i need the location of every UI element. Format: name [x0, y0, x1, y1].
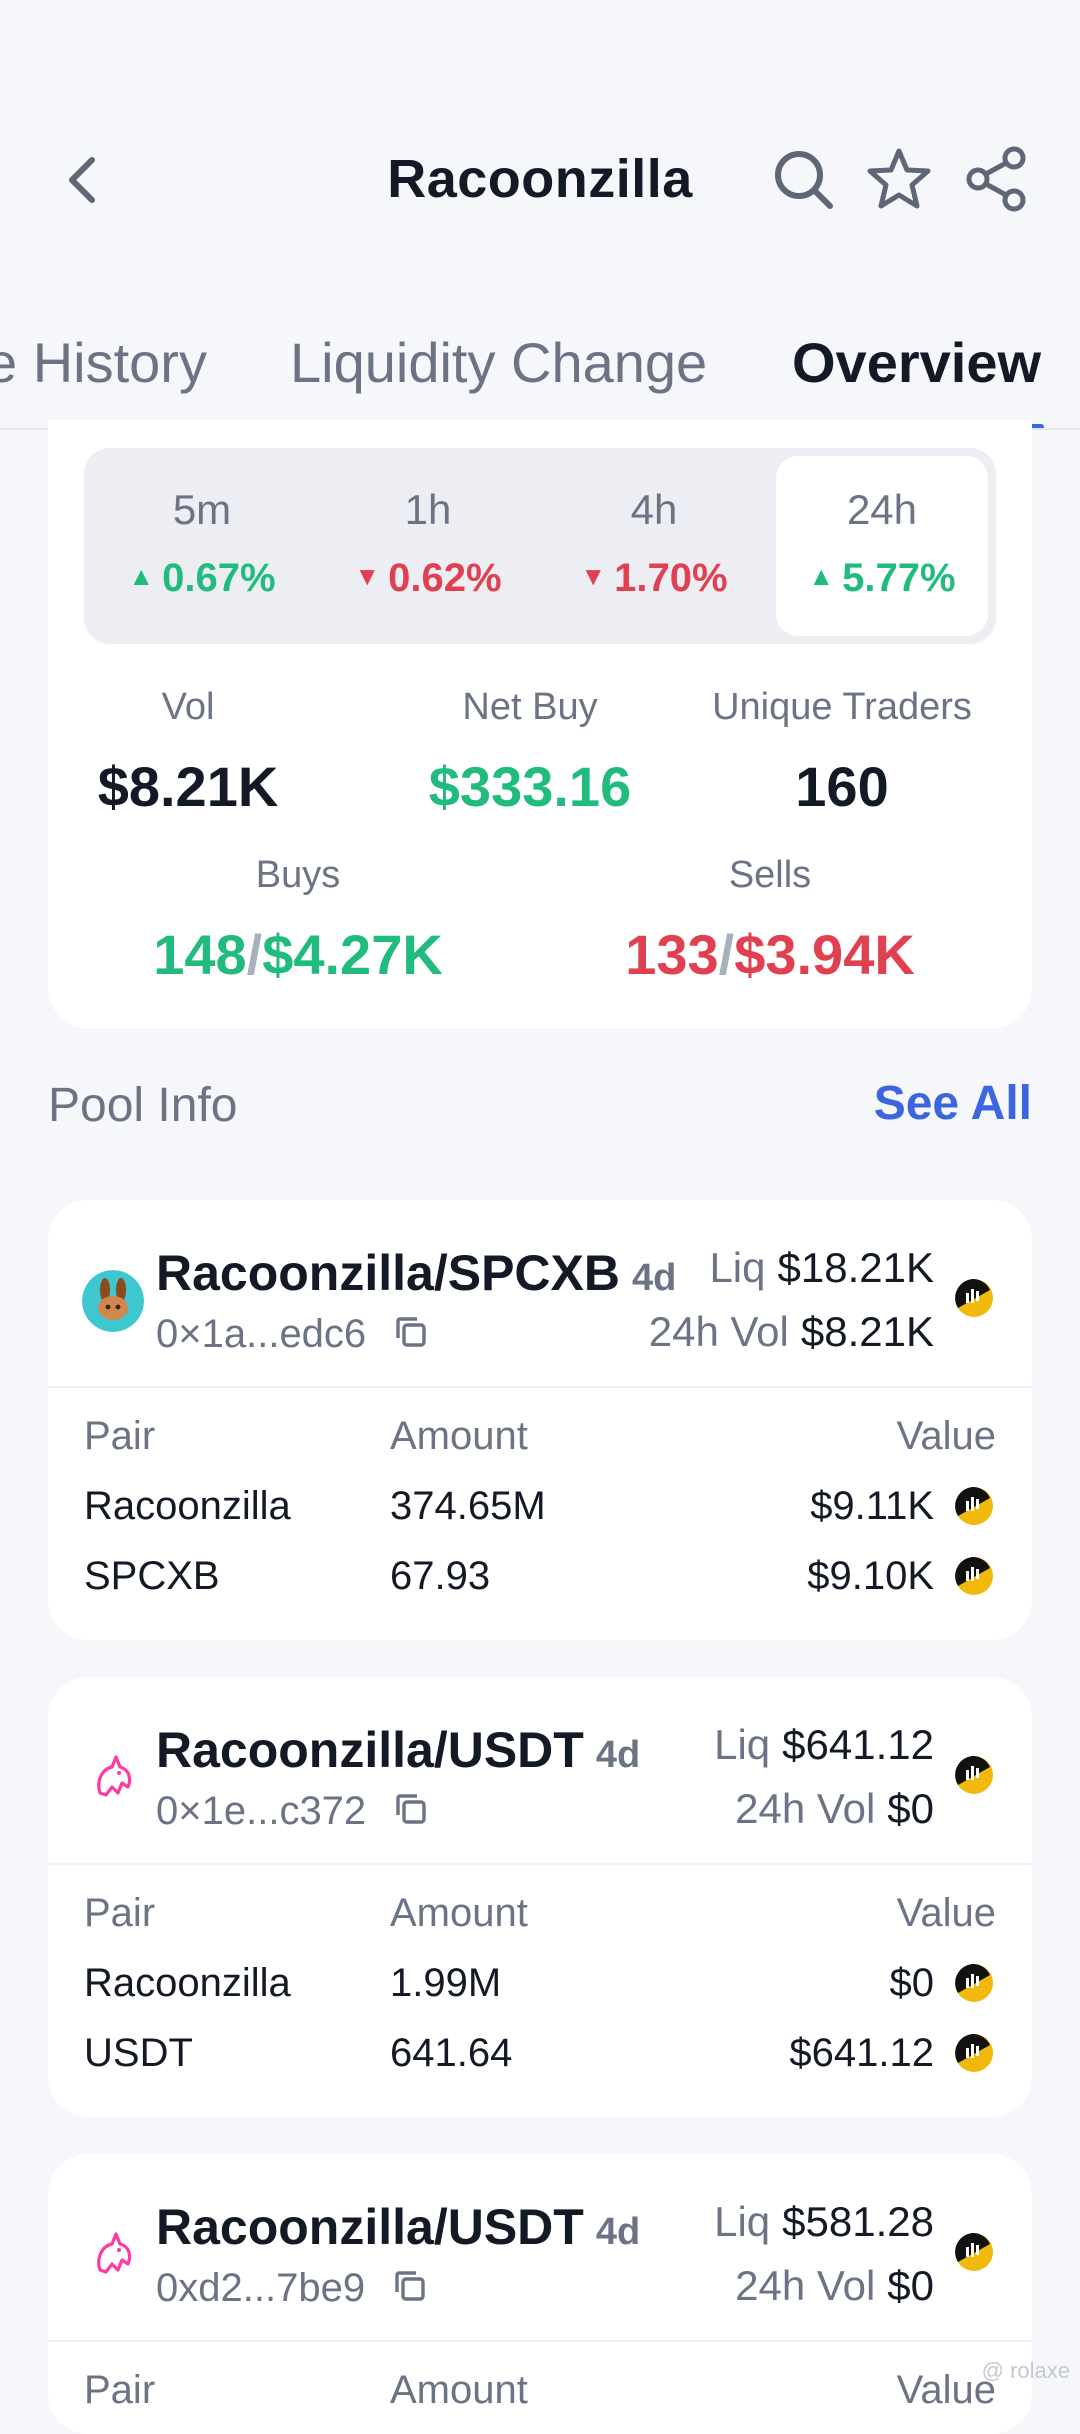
tab-liquidity-change[interactable]: Liquidity Change: [290, 330, 707, 395]
tab-trade-history[interactable]: e History: [0, 330, 207, 395]
buys-label: Buys: [255, 854, 341, 896]
uniswap-unicorn-icon: [97, 1755, 132, 1797]
pool-info-title: Pool Info: [48, 1079, 238, 1132]
pair-name: USDT: [84, 2031, 193, 2075]
watermark: @ rolaxe: [981, 2358, 1070, 2383]
pair-value: $9.11K: [810, 1484, 934, 1528]
pool-24h-volume: 24h Vol $0: [735, 2262, 934, 2309]
pair-value: $0: [889, 1961, 935, 2005]
triangle-up-icon: ▲: [808, 561, 835, 591]
tab-overview[interactable]: Overview: [792, 330, 1041, 395]
chain-icon: [955, 1487, 993, 1525]
pool-card[interactable]: Racoonzilla/SPCXB 4d 0×1a...edc6 Liq $18.2…: [48, 1200, 1032, 1640]
pool-name: Racoonzilla/USDT 4d: [156, 2199, 641, 2255]
pair-name: Racoonzilla: [84, 1484, 291, 1528]
top-bar: Racoonzilla: [0, 0, 1080, 260]
search-icon[interactable]: [770, 146, 836, 212]
triangle-down-icon: ▼: [354, 561, 381, 591]
pair-name: Racoonzilla: [84, 1961, 291, 2005]
pair-amount: 1.99M: [390, 1961, 502, 2005]
sells-value: 133/$3.94K: [625, 923, 915, 986]
chain-icon: [955, 1756, 993, 1794]
uniswap-unicorn-icon: [97, 2232, 132, 2274]
pool-card[interactable]: Racoonzilla/USDT 4d 0xd2...7be9 Liq $581.2…: [48, 2154, 1032, 2434]
value-header: Value: [896, 1414, 996, 1458]
value-header: Value: [896, 1891, 996, 1935]
see-all-link[interactable]: See All: [874, 1076, 1032, 1131]
pool-liquidity: Liq $581.28: [714, 2198, 934, 2245]
pool-name: Racoonzilla/SPCXB 4d: [156, 1245, 677, 1301]
amount-header: Amount: [390, 1891, 528, 1935]
unique-traders-label: Unique Traders: [712, 686, 972, 728]
buys-value: 148/$4.27K: [153, 923, 443, 986]
pool-24h-volume: 24h Vol $8.21K: [648, 1308, 934, 1355]
unique-traders-value: 160: [795, 755, 889, 818]
pool-card[interactable]: Racoonzilla/USDT 4d 0×1e...c372 Liq $641.1…: [48, 1677, 1032, 2117]
pool-liquidity: Liq $641.12: [714, 1721, 934, 1768]
pool-address: 0xd2...7be9: [156, 2266, 428, 2311]
triangle-up-icon: ▲: [128, 561, 155, 591]
pair-value: $9.10K: [807, 1554, 934, 1598]
period-selector: 5m ▲ 0.67% 1h ▼ 0.62% 4h ▼ 1.70% 24h ▲ 5.77%: [84, 448, 996, 644]
pancakeswap-bunny-icon: [82, 1270, 144, 1332]
pair-header: Pair: [84, 1414, 156, 1458]
vol-label: Vol: [161, 686, 215, 728]
net-buy-value: $333.16: [428, 755, 632, 818]
triangle-down-icon: ▼: [580, 561, 607, 591]
pair-amount: 641.64: [390, 2031, 513, 2075]
chain-icon: [955, 1279, 993, 1317]
chain-icon: [955, 2034, 993, 2072]
pair-name: SPCXB: [84, 1554, 220, 1598]
pair-header: Pair: [84, 2368, 156, 2412]
sells-label: Sells: [728, 854, 812, 896]
amount-header: Amount: [390, 2368, 528, 2412]
star-icon[interactable]: [866, 146, 932, 212]
period-4h[interactable]: 4h ▼ 1.70%: [548, 456, 760, 636]
pair-value: $641.12: [789, 2031, 934, 2075]
chain-icon: [955, 2233, 993, 2271]
copy-icon[interactable]: [393, 1791, 429, 1827]
amount-header: Amount: [390, 1414, 528, 1458]
period-5m[interactable]: 5m ▲ 0.67%: [96, 456, 308, 636]
net-buy-label: Net Buy: [462, 686, 598, 728]
chain-icon: [955, 1557, 993, 1595]
copy-icon[interactable]: [392, 2268, 428, 2304]
pool-name: Racoonzilla/USDT 4d: [156, 1722, 641, 1778]
stats-card: 5m ▲ 0.67% 1h ▼ 0.62% 4h ▼ 1.70% 24h ▲ 5.77%…: [48, 420, 1032, 1028]
pair-amount: 374.65M: [390, 1484, 546, 1528]
tab-bar: e History Liquidity Change Overview: [0, 300, 1080, 430]
period-1h[interactable]: 1h ▼ 0.62%: [322, 456, 534, 636]
share-icon[interactable]: [964, 146, 1030, 212]
card-divider: [48, 1386, 1032, 1388]
pool-24h-volume: 24h Vol $0: [735, 1785, 934, 1832]
pair-header: Pair: [84, 1891, 156, 1935]
copy-icon[interactable]: [393, 1314, 429, 1350]
period-24h[interactable]: 24h ▲ 5.77%: [776, 456, 988, 636]
chain-icon: [955, 1964, 993, 2002]
card-divider: [48, 2340, 1032, 2342]
pool-liquidity: Liq $18.21K: [709, 1244, 934, 1291]
pool-address: 0×1a...edc6: [156, 1312, 429, 1357]
pair-amount: 67.93: [390, 1554, 491, 1598]
pool-address: 0×1e...c372: [156, 1789, 429, 1834]
card-divider: [48, 1863, 1032, 1865]
vol-value: $8.21K: [97, 755, 279, 818]
